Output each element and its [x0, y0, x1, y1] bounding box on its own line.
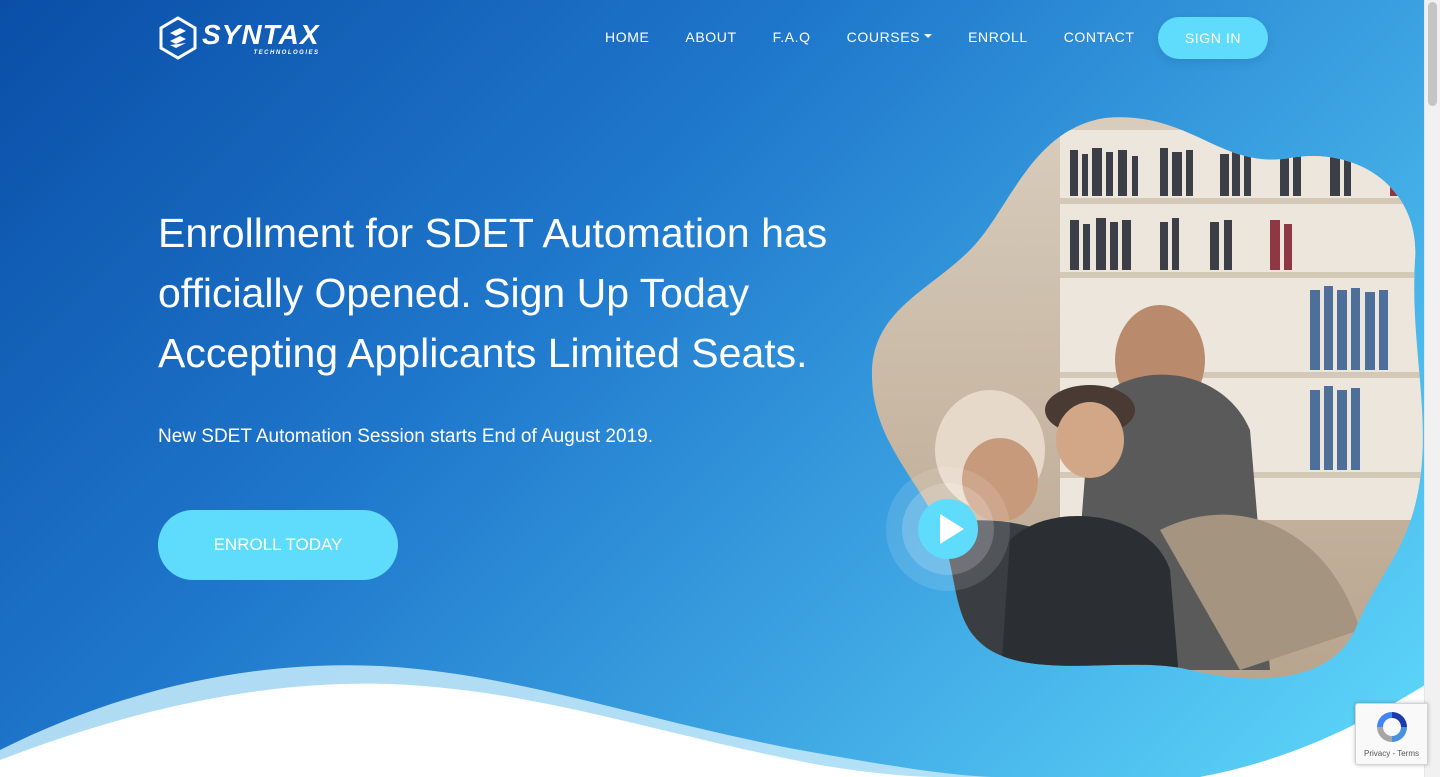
- brand-logo[interactable]: SYNTAX TECHNOLOGIES: [158, 16, 320, 60]
- chevron-down-icon: [924, 34, 933, 38]
- hero-subheadline: New SDET Automation Session starts End o…: [158, 426, 653, 447]
- recaptcha-links: Privacy - Terms: [1364, 749, 1419, 758]
- nav-courses-label: COURSES: [846, 29, 921, 45]
- page-scrollbar[interactable]: [1424, 0, 1440, 777]
- syntax-logo-icon: [159, 16, 197, 60]
- video-play-button[interactable]: [885, 466, 1011, 592]
- nav-home-link[interactable]: HOME: [605, 29, 649, 45]
- scrollbar-thumb[interactable]: [1428, 2, 1437, 106]
- hero-headline: Enrollment for SDET Automation has offic…: [158, 210, 828, 376]
- brand-name: SYNTAX: [202, 18, 320, 50]
- hero-section: SYNTAX TECHNOLOGIES HOME ABOUT F.A.Q COU…: [0, 0, 1425, 777]
- nav-contact-link[interactable]: CONTACT: [1064, 29, 1135, 45]
- enroll-today-button[interactable]: ENROLL TODAY: [158, 510, 398, 580]
- nav-faq-link[interactable]: F.A.Q: [773, 29, 811, 45]
- main-nav: HOME ABOUT F.A.Q COURSES ENROLL CONTACT: [605, 29, 1171, 45]
- nav-courses-dropdown[interactable]: COURSES: [846, 29, 933, 45]
- recaptcha-terms-link[interactable]: Terms: [1397, 749, 1419, 758]
- bottom-wave-decoration: [0, 665, 1425, 777]
- brand-tagline: TECHNOLOGIES: [253, 49, 320, 56]
- nav-enroll-link[interactable]: ENROLL: [968, 29, 1028, 45]
- hero-photo: [871, 117, 1423, 679]
- recaptcha-icon: [1376, 712, 1407, 742]
- brand-wordmark: SYNTAX TECHNOLOGIES: [202, 18, 320, 56]
- sign-in-button[interactable]: SIGN IN: [1158, 17, 1268, 59]
- recaptcha-badge[interactable]: Privacy - Terms: [1355, 703, 1428, 765]
- recaptcha-privacy-link[interactable]: Privacy: [1364, 749, 1390, 758]
- nav-about-link[interactable]: ABOUT: [685, 29, 736, 45]
